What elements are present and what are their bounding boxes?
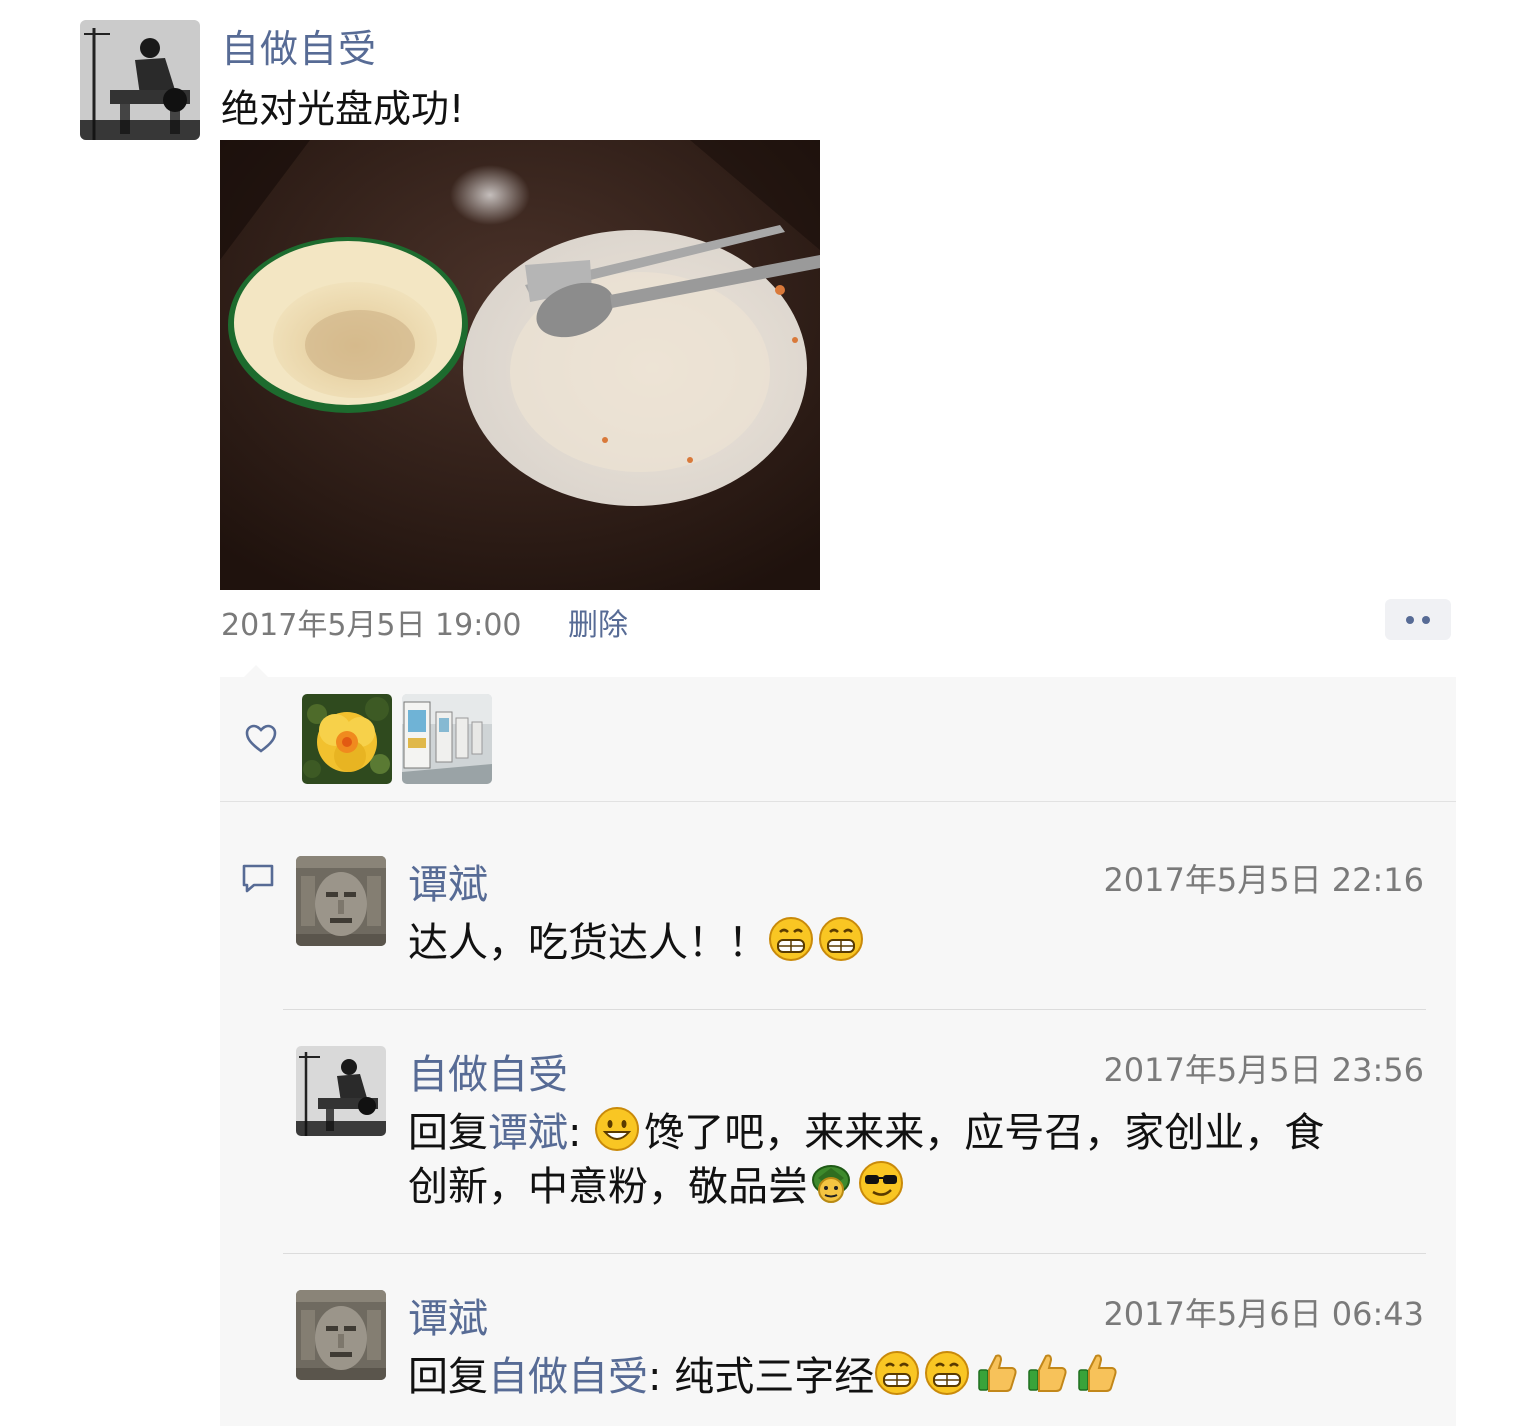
more-actions-button[interactable] — [1385, 599, 1451, 640]
commenter-avatar[interactable] — [296, 1290, 386, 1380]
commenter-avatar[interactable] — [296, 856, 386, 946]
turtle-emoji-icon — [812, 1165, 850, 1203]
thumbs-up-emoji-icon — [1028, 1354, 1067, 1392]
comment-text: 达人，吃货达人！！ — [408, 916, 1438, 970]
comment-body: 创新，中意粉，敬品尝 — [408, 1164, 808, 1210]
grin-emoji-icon — [769, 917, 813, 961]
comment-divider — [283, 1009, 1426, 1010]
sunglasses-emoji-icon — [859, 1161, 903, 1205]
comment-body: 达人，吃货达人！！ — [408, 920, 768, 966]
comment-timestamp: 2017年5月5日 22:16 — [1103, 861, 1424, 899]
post-photo[interactable] — [220, 140, 820, 590]
commenter-name[interactable]: 谭斌 — [408, 852, 488, 910]
thumbs-up-emoji-icon — [1078, 1354, 1117, 1392]
post-text: 绝对光盘成功! — [221, 87, 465, 131]
grin-emoji-icon — [875, 1351, 920, 1395]
comment-timestamp: 2017年5月5日 23:56 — [1103, 1051, 1424, 1089]
reply-prefix: 回复 — [408, 1354, 488, 1400]
comment-text: 回复谭斌: 馋了吧，来来来，应号召，家创业，食 创新，中意粉，敬品尝 — [408, 1106, 1438, 1214]
comment-body: 纯式三字经 — [674, 1354, 875, 1400]
comment-body: 馋了吧，来来来，应号召，家创业，食 — [644, 1110, 1325, 1156]
comment-timestamp: 2017年5月6日 06:43 — [1103, 1295, 1424, 1333]
comment-divider — [283, 1253, 1426, 1254]
comment-icon — [242, 864, 274, 893]
like-avatar-corridor[interactable] — [402, 694, 492, 784]
poster-avatar[interactable] — [80, 20, 200, 140]
thumbs-up-emoji-icon — [978, 1354, 1017, 1392]
poster-name[interactable]: 自做自受 — [221, 18, 377, 73]
post-timestamp: 2017年5月5日 19:00 — [221, 608, 522, 643]
dot-icon — [1422, 615, 1430, 624]
heart-icon — [245, 724, 277, 753]
like-avatar-flower[interactable] — [302, 694, 392, 784]
commenter-avatar[interactable] — [296, 1046, 386, 1136]
commenter-name[interactable]: 自做自受 — [408, 1042, 568, 1100]
smile-emoji-icon — [595, 1107, 640, 1151]
comment-text: 回复自做自受: 纯式三字经 — [408, 1350, 1438, 1404]
grin-emoji-icon — [819, 917, 863, 961]
reply-target-name[interactable]: 谭斌 — [488, 1110, 568, 1156]
likes-divider — [220, 801, 1456, 802]
reply-target-name[interactable]: 自做自受 — [488, 1354, 648, 1400]
reply-prefix: 回复 — [408, 1110, 488, 1156]
commenter-name[interactable]: 谭斌 — [408, 1286, 488, 1344]
delete-link[interactable]: 删除 — [568, 600, 628, 644]
dot-icon — [1406, 615, 1414, 624]
grin-emoji-icon — [925, 1351, 970, 1395]
